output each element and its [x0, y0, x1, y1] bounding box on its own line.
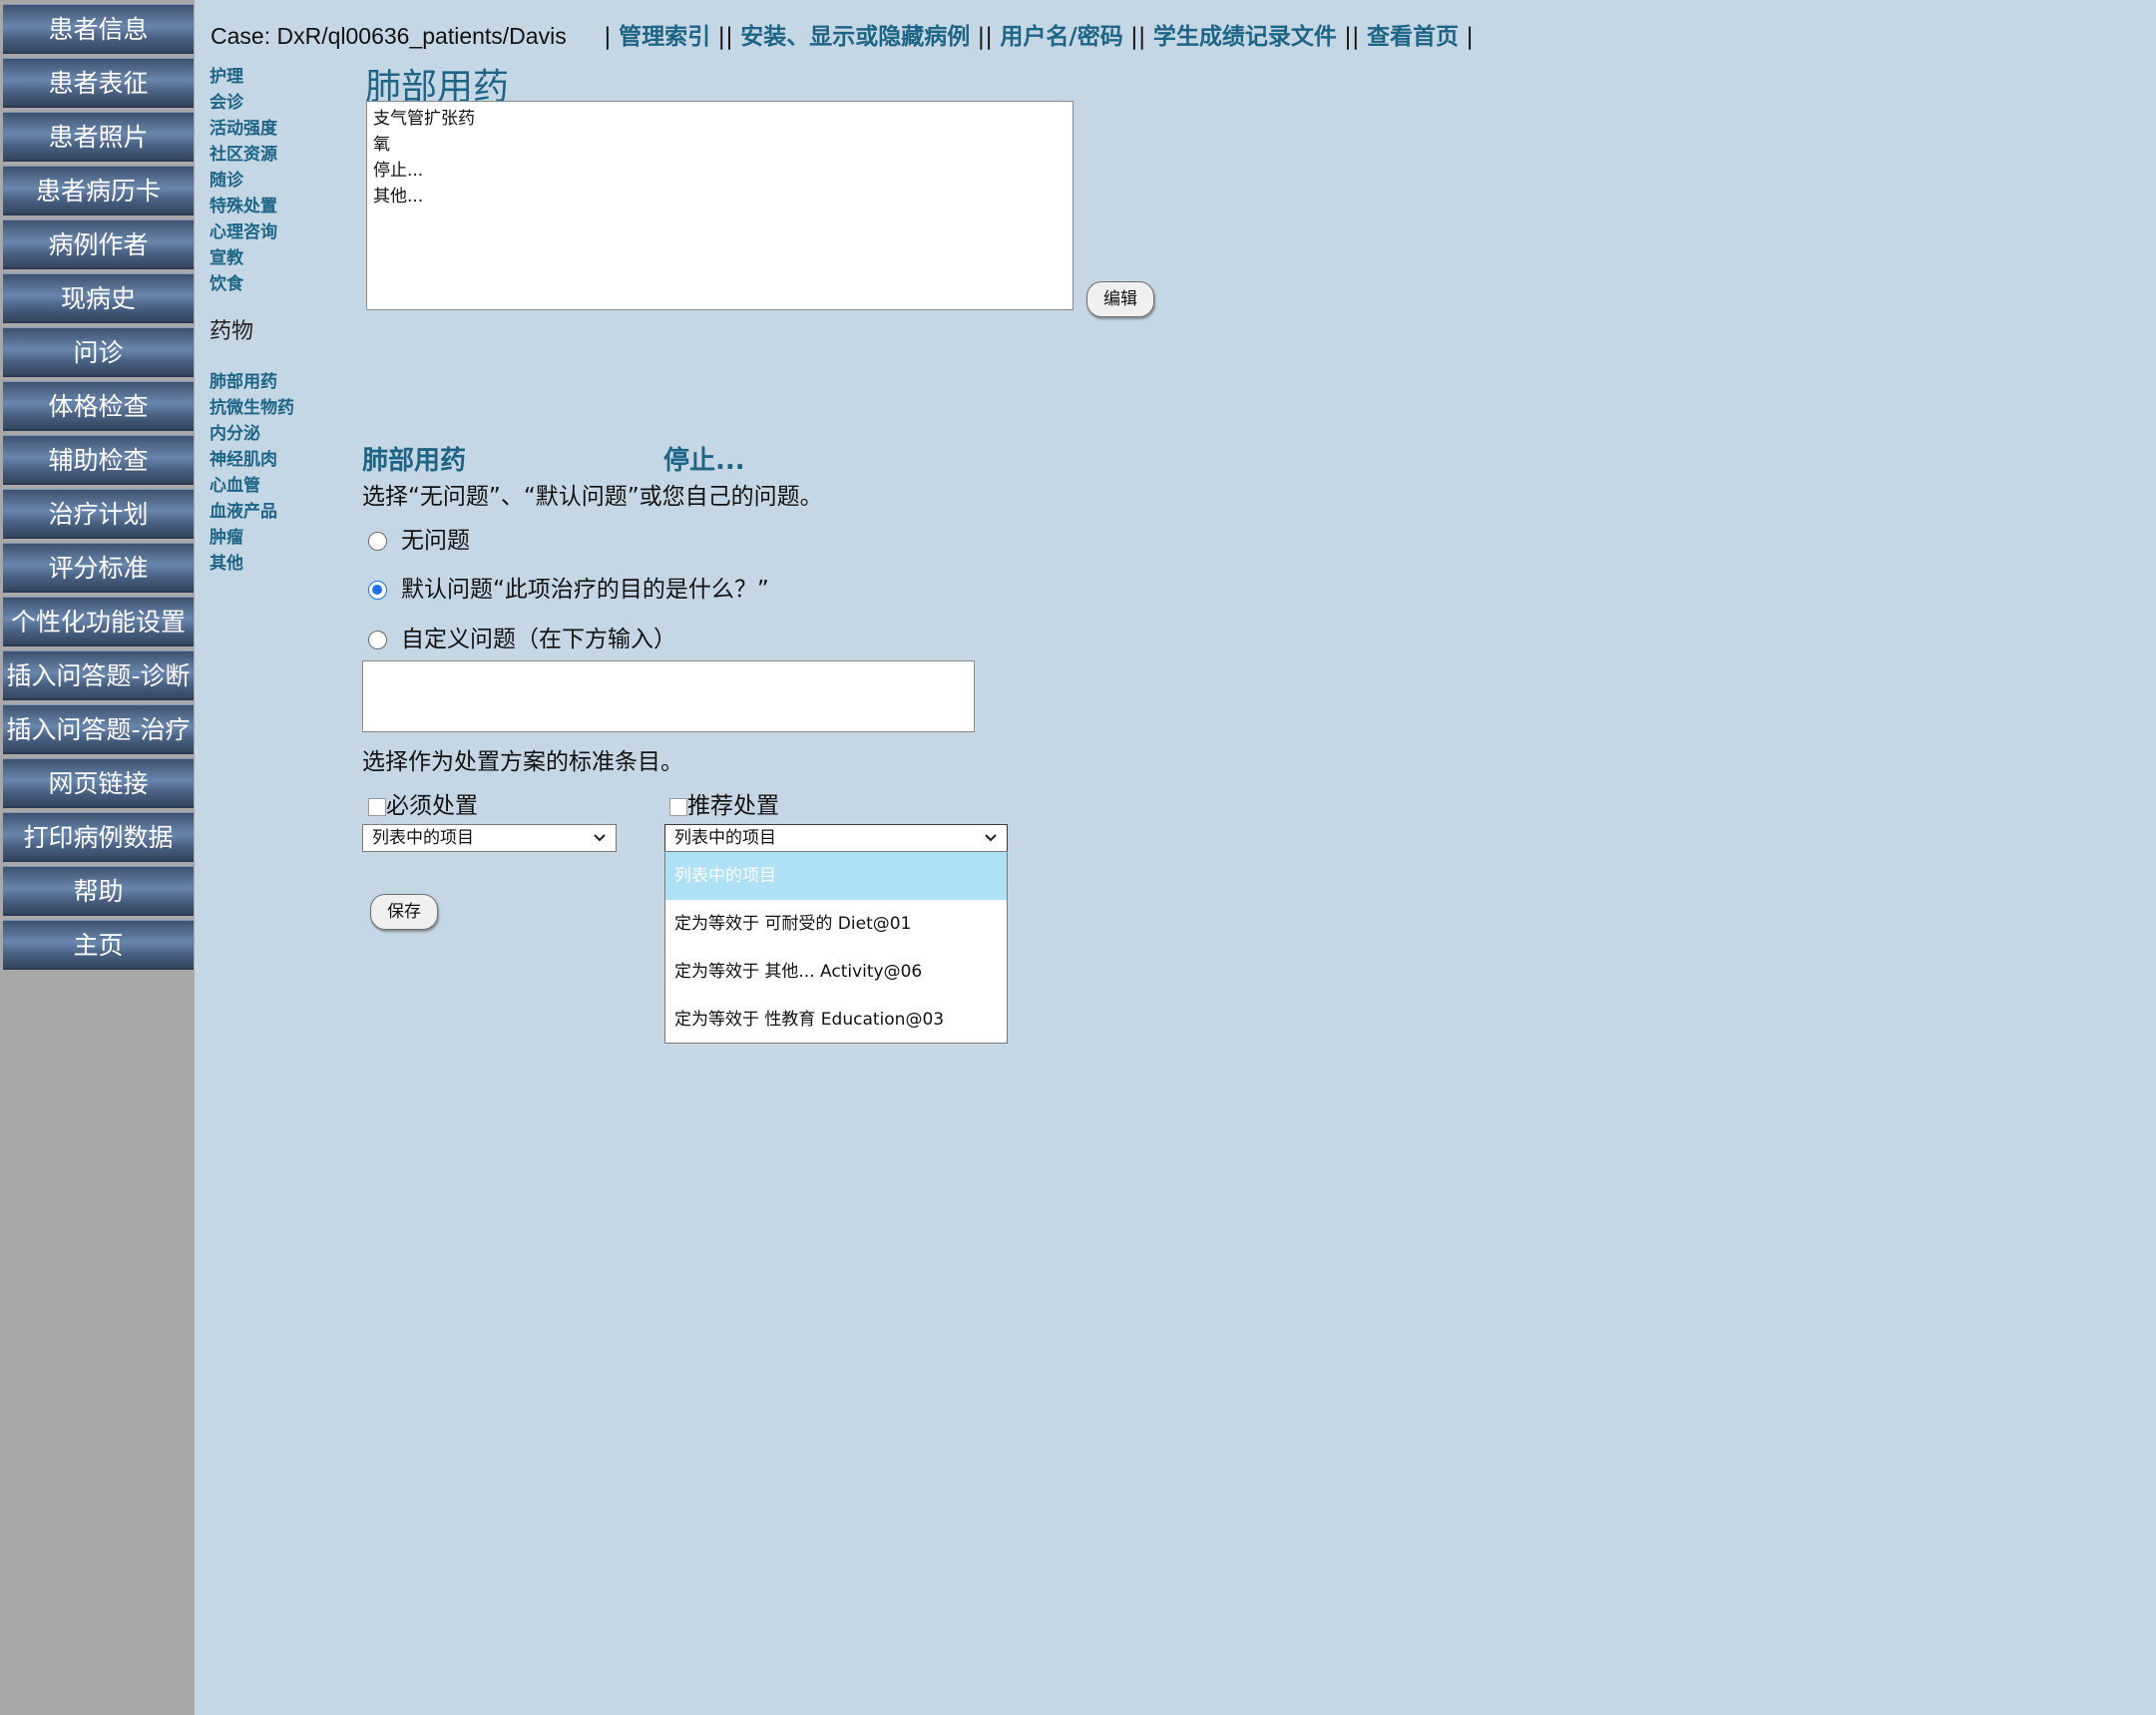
default-question-radio[interactable]	[368, 581, 387, 600]
subnav-other[interactable]: 其他	[210, 551, 329, 577]
subnav-consultation[interactable]: 会诊	[210, 90, 329, 116]
nav-insert-qa-diagnosis[interactable]: 插入问答题-诊断	[3, 650, 194, 700]
link-view-homepage[interactable]: 查看首页	[1367, 24, 1459, 50]
nav-patient-presentation[interactable]: 患者表征	[3, 58, 194, 108]
question-instruction: 选择“无问题”、“默认问题”或您自己的问题。	[362, 484, 823, 510]
nav-print-case[interactable]: 打印病例数据	[3, 812, 194, 862]
nav-personal-settings[interactable]: 个性化功能设置	[3, 597, 194, 646]
required-treatment-select[interactable]: 列表中的项目	[362, 824, 617, 852]
subnav-oncology[interactable]: 肿瘤	[210, 525, 329, 551]
subnav-community-resources[interactable]: 社区资源	[210, 142, 329, 168]
criteria-instruction: 选择作为处置方案的标准条目。	[362, 749, 683, 775]
subnav-follow-up[interactable]: 随诊	[210, 168, 329, 194]
recommended-treatment-dropdown: 列表中的项目 定为等效于 可耐受的 Diet@01 定为等效于 其他... Ac…	[664, 851, 1008, 1044]
select-value: 列表中的项目	[372, 828, 474, 848]
required-treatment-row: 必须处置	[368, 786, 478, 820]
case-label: Case: DxR/ql00636_patients/Davis	[211, 23, 567, 49]
subnav-blood-products[interactable]: 血液产品	[210, 499, 329, 525]
nav-lab-tests[interactable]: 辅助检查	[3, 435, 194, 485]
listbox-option[interactable]: 其他...	[373, 184, 1067, 210]
radio-label: 无问题	[401, 528, 470, 554]
nav-treatment-plan[interactable]: 治疗计划	[3, 489, 194, 539]
link-install-cases[interactable]: 安装、显示或隐藏病例	[740, 24, 970, 50]
nav-physical-exam[interactable]: 体格检查	[3, 381, 194, 431]
listbox-option[interactable]: 支气管扩张药	[373, 106, 1067, 132]
nav-web-links[interactable]: 网页链接	[3, 758, 194, 808]
required-treatment-label: 必须处置	[386, 793, 478, 819]
top-bar: Case: DxR/ql00636_patients/Davis | 管理索引 …	[211, 23, 1475, 50]
dropdown-option[interactable]: 定为等效于 性教育 Education@03	[665, 996, 1007, 1044]
chevron-down-icon	[594, 834, 606, 842]
medication-listbox[interactable]: 支气管扩张药 氧 停止... 其他...	[366, 101, 1074, 310]
subnav-neuromuscular[interactable]: 神经肌肉	[210, 447, 329, 473]
dropdown-option[interactable]: 定为等效于 其他... Activity@06	[665, 948, 1007, 996]
treatment-sub-nav: 护理 会诊 活动强度 社区资源 随诊 特殊处置 心理咨询 宣教 饮食 药物 肺部…	[210, 64, 329, 577]
nav-scoring-criteria[interactable]: 评分标准	[3, 543, 194, 593]
save-button[interactable]: 保存	[370, 894, 438, 930]
radio-row-custom-question: 自定义问题（在下方输入）	[368, 620, 676, 653]
section-heading-item: 停止...	[663, 446, 745, 476]
listbox-option[interactable]: 停止...	[373, 158, 1067, 184]
nav-case-author[interactable]: 病例作者	[3, 219, 194, 269]
nav-help[interactable]: 帮助	[3, 866, 194, 916]
custom-question-radio[interactable]	[368, 631, 387, 649]
recommended-treatment-label: 推荐处置	[687, 793, 779, 819]
subnav-endocrine[interactable]: 内分泌	[210, 421, 329, 447]
dropdown-option[interactable]: 定为等效于 可耐受的 Diet@01	[665, 900, 1007, 948]
edit-button[interactable]: 编辑	[1086, 281, 1154, 317]
nav-present-illness[interactable]: 现病史	[3, 273, 194, 323]
subnav-education[interactable]: 宣教	[210, 245, 329, 271]
link-username-password[interactable]: 用户名/密码	[1000, 24, 1122, 50]
radio-row-default-question: 默认问题“此项治疗的目的是什么？”	[368, 570, 769, 604]
nav-home[interactable]: 主页	[3, 920, 194, 970]
radio-row-no-question: 无问题	[368, 521, 470, 555]
recommended-treatment-checkbox[interactable]	[669, 797, 687, 816]
subnav-special-procedures[interactable]: 特殊处置	[210, 194, 329, 219]
subnav-antimicrobial[interactable]: 抗微生物药	[210, 395, 329, 421]
left-nav-sidebar: 患者信息 患者表征 患者照片 患者病历卡 病例作者 现病史 问诊 体格检查 辅助…	[0, 0, 195, 1715]
link-student-records[interactable]: 学生成绩记录文件	[1153, 24, 1337, 50]
radio-label: 默认问题“此项治疗的目的是什么？”	[401, 577, 769, 603]
subnav-counseling[interactable]: 心理咨询	[210, 219, 329, 245]
subnav-diet[interactable]: 饮食	[210, 271, 329, 297]
dropdown-option[interactable]: 列表中的项目	[665, 852, 1007, 900]
nav-patient-chart[interactable]: 患者病历卡	[3, 166, 194, 215]
nav-history-taking[interactable]: 问诊	[3, 327, 194, 377]
select-value: 列表中的项目	[674, 828, 776, 848]
subnav-activity[interactable]: 活动强度	[210, 116, 329, 142]
subnav-pulmonary[interactable]: 肺部用药	[210, 369, 329, 395]
link-admin-index[interactable]: 管理索引	[619, 24, 710, 50]
subnav-cardiovascular[interactable]: 心血管	[210, 473, 329, 499]
custom-question-input[interactable]	[362, 660, 975, 732]
subnav-group-title: 药物	[210, 319, 254, 344]
chevron-down-icon	[985, 834, 997, 842]
recommended-treatment-select[interactable]: 列表中的项目	[664, 824, 1008, 852]
recommended-treatment-row: 推荐处置	[669, 786, 779, 820]
nav-patient-info[interactable]: 患者信息	[3, 4, 194, 54]
no-question-radio[interactable]	[368, 532, 387, 551]
subnav-nursing[interactable]: 护理	[210, 64, 329, 90]
nav-patient-photos[interactable]: 患者照片	[3, 112, 194, 162]
listbox-option[interactable]: 氧	[373, 132, 1067, 158]
section-heading-category: 肺部用药	[362, 446, 467, 476]
radio-label: 自定义问题（在下方输入）	[401, 627, 676, 652]
required-treatment-checkbox[interactable]	[368, 797, 386, 816]
nav-insert-qa-treatment[interactable]: 插入问答题-治疗	[3, 704, 194, 754]
